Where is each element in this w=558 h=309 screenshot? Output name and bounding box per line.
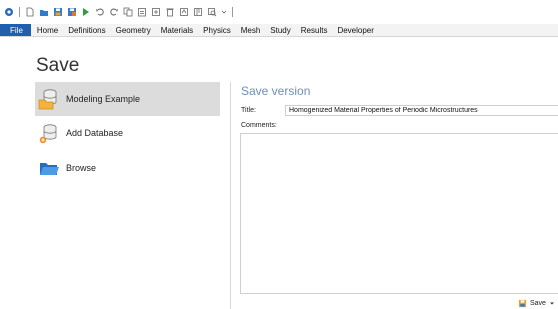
toolbar-separator	[19, 7, 20, 17]
tab-materials[interactable]: Materials	[156, 24, 198, 36]
save-button-label: Save	[530, 300, 546, 307]
quick-access-toolbar	[0, 0, 558, 24]
tab-file[interactable]: File	[0, 24, 31, 36]
ribbon-tabs: File Home Definitions Geometry Materials…	[0, 24, 558, 37]
tab-home[interactable]: Home	[32, 24, 63, 36]
zoom-icon[interactable]	[207, 7, 217, 17]
tab-developer[interactable]: Developer	[332, 24, 378, 36]
tab-mesh[interactable]: Mesh	[236, 24, 266, 36]
app-logo-icon[interactable]	[4, 7, 14, 17]
chevron-down-icon[interactable]	[221, 7, 227, 17]
toolbar-separator	[232, 7, 233, 17]
chevron-down-icon	[549, 299, 555, 308]
sidebar-item-browse[interactable]: Browse	[35, 151, 220, 185]
title-input[interactable]	[285, 105, 558, 116]
database-add-icon	[38, 122, 60, 144]
delete-icon[interactable]	[165, 7, 175, 17]
title-label: Title:	[241, 107, 256, 114]
tab-physics[interactable]: Physics	[198, 24, 236, 36]
tab-geometry[interactable]: Geometry	[111, 24, 156, 36]
vertical-divider	[230, 82, 231, 309]
new-file-icon[interactable]	[25, 7, 35, 17]
database-folder-icon	[38, 88, 60, 110]
tab-definitions[interactable]: Definitions	[63, 24, 110, 36]
compute-icon[interactable]	[193, 7, 203, 17]
comments-field[interactable]	[240, 133, 558, 294]
copy-icon[interactable]	[123, 7, 133, 17]
save-button[interactable]: Save	[518, 298, 555, 309]
tab-study[interactable]: Study	[265, 24, 295, 36]
sidebar-item-label: Browse	[66, 163, 97, 173]
comments-label: Comments:	[241, 122, 277, 129]
sidebar-item-label: Add Database	[66, 128, 124, 138]
sidebar-item-modeling-example[interactable]: Modeling Example	[35, 82, 220, 116]
save-as-icon[interactable]	[67, 7, 77, 17]
section-title: Save version	[241, 84, 311, 98]
run-icon[interactable]	[81, 7, 91, 17]
save-icon[interactable]	[53, 7, 63, 17]
page-title: Save	[36, 55, 80, 76]
open-folder-icon[interactable]	[39, 7, 49, 17]
sidebar-item-label: Modeling Example	[66, 94, 141, 104]
sidebar-item-add-database[interactable]: Add Database	[35, 116, 220, 150]
build-all-icon[interactable]	[179, 7, 189, 17]
undo-icon[interactable]	[95, 7, 105, 17]
paste-icon[interactable]	[137, 7, 147, 17]
folder-open-icon	[38, 157, 60, 179]
redo-icon[interactable]	[109, 7, 119, 17]
save-icon	[518, 299, 527, 308]
tab-results[interactable]: Results	[296, 24, 333, 36]
duplicate-icon[interactable]	[151, 7, 161, 17]
